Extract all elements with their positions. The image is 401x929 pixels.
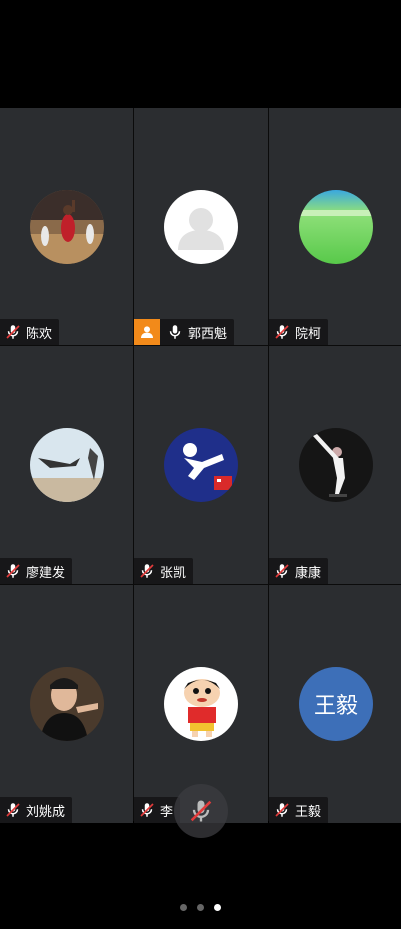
mic-muted-icon (6, 325, 20, 339)
participant-name: 李 (160, 803, 174, 819)
participant-avatar: 王毅 (299, 667, 373, 741)
mic-muted-icon (6, 564, 20, 578)
participant-label: 陈欢 (0, 319, 60, 345)
participant-name: 康康 (295, 564, 322, 580)
participant-tile[interactable]: 院柯 (269, 108, 401, 345)
participant-avatar (29, 428, 104, 502)
participant-label: 王毅 (269, 797, 329, 823)
participant-tile[interactable]: 刘姚成 (0, 585, 133, 823)
mic-muted-icon (275, 803, 289, 817)
participant-name: 廖建发 (26, 564, 66, 580)
host-icon (134, 319, 160, 345)
participant-avatar (299, 428, 373, 502)
mic-muted-icon (190, 800, 212, 822)
mic-muted-icon (275, 564, 289, 578)
participant-name: 刘姚成 (26, 803, 66, 819)
participant-label: 廖建发 (0, 558, 73, 584)
participant-tile[interactable]: 陈欢 (0, 108, 133, 345)
participant-grid: 陈欢 郭西魁 院柯 廖建发 张凯 康康 刘姚成 李 王毅 王毅 (0, 108, 401, 823)
page-dot-3[interactable] (214, 904, 221, 911)
participant-avatar (29, 667, 104, 741)
mic-muted-icon (140, 803, 154, 817)
participant-name: 陈欢 (26, 325, 53, 341)
mic-muted-icon (6, 803, 20, 817)
mute-toggle-button[interactable] (174, 784, 228, 838)
participant-tile[interactable]: 廖建发 (0, 346, 133, 584)
avatar-initials: 王毅 (313, 693, 358, 718)
participant-avatar (29, 190, 104, 264)
participant-name: 院柯 (295, 325, 322, 341)
participant-label: 刘姚成 (0, 797, 73, 823)
participant-avatar (164, 667, 238, 741)
participant-tile[interactable]: 郭西魁 (134, 108, 268, 345)
mic-muted-icon (275, 325, 289, 339)
participant-label: 院柯 (269, 319, 329, 345)
participant-tile[interactable]: 张凯 (134, 346, 268, 584)
participant-label: 郭西魁 (134, 319, 235, 345)
participant-label: 康康 (269, 558, 329, 584)
participant-name: 郭西魁 (188, 325, 228, 341)
participant-tile[interactable]: 康康 (269, 346, 401, 584)
participant-avatar (299, 190, 373, 264)
participant-avatar (164, 428, 238, 502)
participant-name: 张凯 (160, 564, 187, 580)
page-indicator (0, 904, 401, 911)
participant-avatar (164, 190, 238, 264)
participant-name: 王毅 (295, 803, 322, 819)
participant-label: 张凯 (134, 558, 194, 584)
mic-muted-icon (140, 564, 154, 578)
page-dot-1[interactable] (180, 904, 187, 911)
mic-icon (169, 325, 181, 339)
participant-tile[interactable]: 王毅 王毅 (269, 585, 401, 823)
page-dot-2[interactable] (197, 904, 204, 911)
